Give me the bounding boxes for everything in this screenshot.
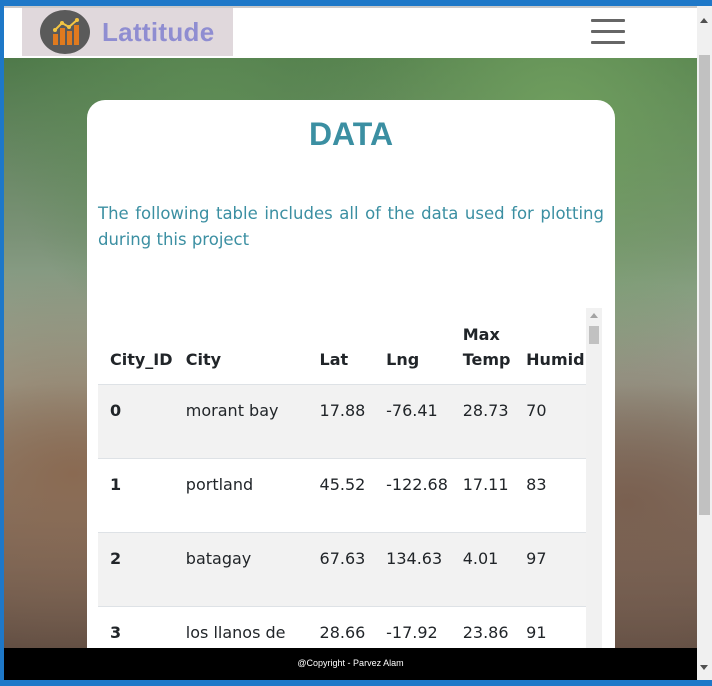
- card-description: The following table includes all of the …: [98, 204, 604, 249]
- data-card: DATA The following table includes all of…: [87, 100, 615, 680]
- brand-name: Lattitude: [102, 16, 215, 47]
- column-header[interactable]: Lng: [374, 308, 451, 385]
- footer: @Copyright - Parvez Alam: [4, 648, 697, 680]
- browser-viewport: Lattitude DATA The following table inclu…: [4, 6, 697, 680]
- table-cell: 2: [98, 532, 174, 607]
- data-table-container[interactable]: City_ID City Lat Lng Max Temp Humid 0 mo…: [98, 308, 586, 680]
- table-header-row: City_ID City Lat Lng Max Temp Humid: [98, 308, 586, 385]
- navbar: Lattitude: [4, 6, 697, 59]
- table-cell: 1: [110, 475, 122, 494]
- scroll-up-icon[interactable]: [590, 313, 598, 318]
- table-cell: morant bay: [173, 384, 308, 459]
- table-cell: portland: [185, 475, 254, 494]
- page-title: DATA: [308, 116, 394, 152]
- bar-chart-icon: [40, 10, 90, 54]
- table-cell: 45.52: [319, 475, 366, 494]
- table-cell: 0: [98, 384, 174, 459]
- table-row: 2 batagay 67.63 134.63 4.01 97: [98, 532, 586, 607]
- scroll-down-icon[interactable]: [700, 665, 708, 670]
- column-header[interactable]: City: [174, 308, 308, 385]
- table-cell: 70: [514, 384, 586, 459]
- scroll-up-icon[interactable]: [700, 18, 708, 23]
- page-scrollbar[interactable]: [697, 6, 712, 680]
- table-cell: 28.73: [450, 384, 515, 459]
- table-cell: 4.01: [450, 532, 515, 607]
- table-cell: 134.63: [374, 532, 451, 607]
- table-cell: 17.11: [462, 475, 509, 494]
- table-row: 0 morant bay 17.88 -76.41 28.73 70: [98, 384, 586, 459]
- column-header[interactable]: Lat: [308, 308, 375, 385]
- column-header[interactable]: Max Temp: [451, 308, 514, 385]
- scrollbar-thumb[interactable]: [699, 55, 710, 515]
- table-cell: 97: [514, 532, 586, 607]
- table-cell: batagay: [173, 532, 308, 607]
- table-cell: 67.63: [307, 532, 375, 607]
- scrollbar-thumb[interactable]: [589, 326, 599, 344]
- table-cell: 83: [526, 475, 547, 494]
- footer-copyright: @Copyright - Parvez Alam: [297, 658, 404, 668]
- hamburger-menu-icon[interactable]: [591, 19, 625, 45]
- column-header[interactable]: Humid: [514, 308, 586, 385]
- table-cell: -76.41: [374, 384, 451, 459]
- table-cell: 17.88: [307, 384, 375, 459]
- table-cell: -122.68: [386, 475, 448, 494]
- table-scrollbar[interactable]: [586, 308, 602, 680]
- brand-link[interactable]: Lattitude: [22, 8, 233, 56]
- data-table: City_ID City Lat Lng Max Temp Humid 0 mo…: [98, 308, 586, 680]
- column-header[interactable]: City_ID: [98, 308, 174, 385]
- table-row: 1 portland 45.52 -122.68 17.11 83: [98, 458, 586, 533]
